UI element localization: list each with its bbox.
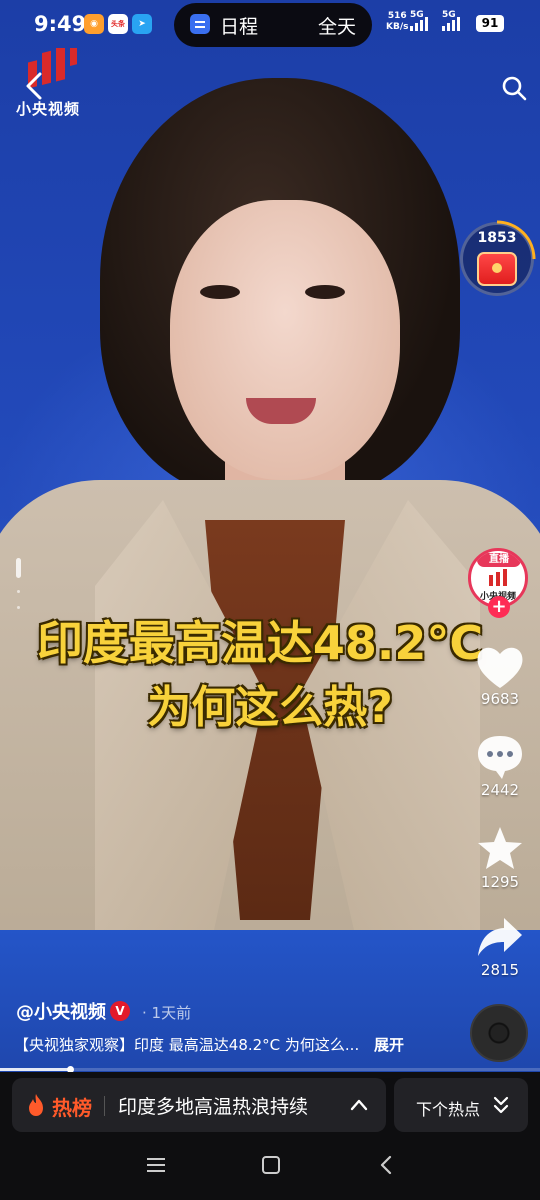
post-time: · 1天前 bbox=[142, 1004, 192, 1022]
video-progress-fill bbox=[0, 1068, 71, 1071]
fire-icon bbox=[29, 1094, 43, 1116]
favorite-star-icon[interactable] bbox=[470, 824, 530, 874]
back-nav-icon[interactable] bbox=[372, 1150, 402, 1180]
hot-list-label: 热榜 bbox=[52, 1096, 92, 1120]
orange-app-icon: ◉ bbox=[84, 14, 104, 34]
double-chevron-down-icon bbox=[493, 1096, 509, 1114]
like-count: 9683 bbox=[480, 690, 520, 708]
red-packet-icon bbox=[477, 252, 517, 286]
home-icon[interactable] bbox=[256, 1150, 286, 1180]
cctv-logo-icon bbox=[489, 569, 507, 586]
hot-topic-text: 印度多地高温热浪持续 bbox=[118, 1096, 309, 1118]
signal-type-label: 5G bbox=[410, 10, 424, 20]
network-speed-unit: KB/s bbox=[386, 22, 409, 32]
left-scroll-dot bbox=[17, 590, 20, 593]
author-name[interactable]: @小央视频 bbox=[16, 998, 106, 1024]
toutiao-app-icon: 头条 bbox=[108, 14, 128, 34]
left-scroll-indicator bbox=[16, 558, 21, 578]
island-title: 日程 bbox=[220, 16, 259, 38]
live-badge: 直播 bbox=[477, 553, 521, 567]
island-right-text: 全天 bbox=[318, 16, 357, 38]
status-time: 9:49 bbox=[34, 12, 87, 36]
favorite-count: 1295 bbox=[480, 873, 520, 891]
post-description[interactable]: 【央视独家观察】印度 最高温达48.2°C 为何这么... bbox=[14, 1034, 414, 1055]
anchor-eye-left bbox=[200, 285, 240, 299]
chevron-up-icon[interactable] bbox=[348, 1094, 370, 1116]
next-hot-label: 下个热点 bbox=[416, 1100, 481, 1119]
share-count: 2815 bbox=[480, 961, 520, 979]
signal-icon: 5G bbox=[410, 10, 428, 31]
signal-type-label: 5G bbox=[442, 10, 456, 20]
recent-apps-icon[interactable] bbox=[141, 1150, 171, 1180]
red-packet-count: 1853 bbox=[477, 230, 517, 246]
status-bar: 9:49 ◉ 头条 ➤ 日程 全天 516 KB/s 5G 5G 91 bbox=[0, 0, 540, 48]
signal-icon: 5G bbox=[442, 10, 460, 31]
comment-count: 2442 bbox=[480, 781, 520, 799]
video-caption-line1: 印度最高温达48.2°C bbox=[36, 616, 484, 670]
follow-plus-button[interactable]: + bbox=[488, 596, 510, 618]
anchor-face bbox=[170, 200, 400, 480]
network-speed: 516 KB/s bbox=[386, 11, 408, 33]
channel-logo-text: 小央视频 bbox=[16, 100, 81, 118]
anchor-eye-right bbox=[305, 285, 345, 299]
music-disc-icon[interactable] bbox=[470, 1004, 528, 1062]
telegram-app-icon: ➤ bbox=[132, 14, 152, 34]
expand-button[interactable]: 展开 bbox=[374, 1034, 404, 1055]
verified-badge-icon: V bbox=[110, 1001, 130, 1021]
hot-bar-divider bbox=[104, 1096, 105, 1116]
calendar-icon bbox=[190, 14, 210, 34]
like-heart-icon[interactable] bbox=[470, 642, 530, 692]
video-player[interactable] bbox=[0, 0, 540, 1072]
share-arrow-icon[interactable] bbox=[470, 912, 530, 962]
video-progress-bar[interactable] bbox=[0, 1066, 540, 1073]
comment-icon[interactable] bbox=[470, 732, 530, 782]
search-icon[interactable] bbox=[500, 74, 528, 102]
video-caption-line2: 为何这么热? bbox=[147, 682, 393, 733]
battery-icon: 91 bbox=[476, 15, 504, 32]
network-speed-value: 516 bbox=[387, 11, 407, 21]
